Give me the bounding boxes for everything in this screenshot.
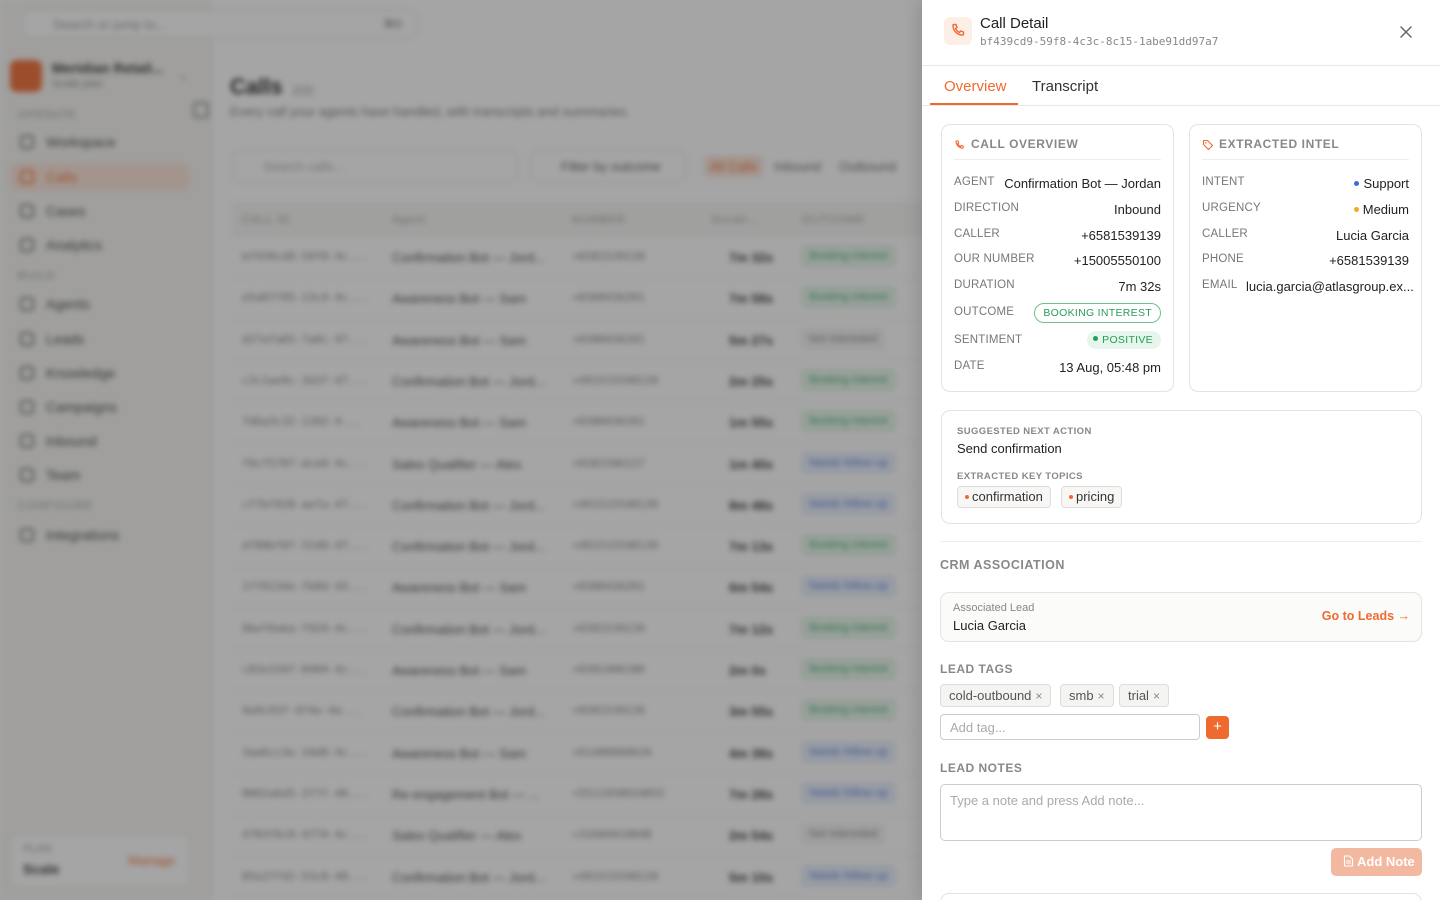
- tab-transcript[interactable]: Transcript: [1032, 78, 1098, 95]
- duration-label: DURATION: [954, 279, 1015, 291]
- intent-label: INTENT: [1202, 176, 1245, 188]
- caller-name: Lucia Garcia: [1336, 228, 1409, 243]
- email-label: EMAIL: [1202, 279, 1238, 291]
- topic-chip: pricing: [1061, 486, 1123, 508]
- row-agent: AGENT Confirmation Bot — Jordan: [954, 176, 1161, 196]
- remove-tag-icon[interactable]: ×: [1153, 689, 1160, 703]
- divider: [954, 159, 1161, 160]
- row-caller: CALLER +6581539139: [954, 228, 1161, 248]
- card-heading: EXTRACTED INTEL: [1202, 137, 1339, 151]
- date-value: 13 Aug, 05:48 pm: [1059, 360, 1161, 375]
- row-sentiment: SENTIMENT POSITIVE: [954, 331, 1161, 354]
- row-phone: PHONE +6581539139: [1202, 253, 1409, 273]
- urgency-value: Medium: [1353, 202, 1409, 217]
- card-heading: CALL OVERVIEW: [954, 137, 1078, 151]
- duration-value: 7m 32s: [1118, 279, 1161, 294]
- agent-value: Confirmation Bot — Jordan: [1004, 176, 1161, 191]
- extracted-intel-card: EXTRACTED INTEL INTENT Support URGENCY Med…: [1189, 124, 1422, 392]
- our-number-value: +15005550100: [1073, 253, 1161, 268]
- row-outcome: OUTCOME BOOKING INTEREST: [954, 303, 1161, 326]
- status-dot: [1093, 336, 1099, 341]
- row-urgency: URGENCY Medium: [1202, 202, 1409, 222]
- urgency-label: URGENCY: [1202, 202, 1261, 214]
- close-icon[interactable]: [1396, 22, 1416, 42]
- row-direction: DIRECTION Inbound: [954, 202, 1161, 222]
- sentiment-value: POSITIVE: [1102, 334, 1153, 346]
- add-note-button[interactable]: Add Note: [1331, 848, 1422, 876]
- email-value: lucia.garcia@atlasgroup.ex...: [1246, 279, 1414, 294]
- sentiment-badge: POSITIVE: [1087, 331, 1161, 349]
- next-action-value: Send confirmation: [957, 441, 1062, 456]
- lead-notes-heading: LEAD NOTES: [940, 761, 1023, 775]
- row-our-number: OUR NUMBER +15005550100: [954, 253, 1161, 273]
- divider: [940, 541, 1422, 542]
- sentiment-label: SENTIMENT: [954, 334, 1023, 346]
- associated-lead-name: Lucia Garcia: [953, 618, 1026, 633]
- lead-notes-textarea[interactable]: Type a note and press Add note...: [940, 784, 1422, 841]
- intent-text: Support: [1363, 176, 1409, 191]
- panel-tabs: Overview Transcript: [922, 66, 1440, 106]
- topic-label: pricing: [1076, 489, 1115, 504]
- phone-icon: [944, 17, 972, 45]
- next-action-label: SUGGESTED NEXT ACTION: [957, 426, 1092, 437]
- agent-label: AGENT: [954, 176, 995, 188]
- caller-value: +6581539139: [1081, 228, 1161, 243]
- add-tag-input[interactable]: Add tag...: [940, 714, 1200, 740]
- lead-tag: cold-outbound ×: [940, 684, 1052, 707]
- status-dot: [1354, 181, 1360, 186]
- row-date: DATE 13 Aug, 05:48 pm: [954, 360, 1161, 380]
- divider: [1202, 159, 1409, 160]
- call-id: bf439cd9-59f8-4c3c-8c15-1abe91dd97a7: [980, 35, 1219, 48]
- associated-lead-label: Associated Lead: [953, 602, 1035, 614]
- row-caller: CALLER Lucia Garcia: [1202, 228, 1409, 248]
- date-label: DATE: [954, 360, 985, 372]
- next-section-card: [940, 893, 1422, 900]
- call-overview-card: CALL OVERVIEW AGENT Confirmation Bot — Jo…: [941, 124, 1174, 392]
- row-duration: DURATION 7m 32s: [954, 279, 1161, 299]
- row-email: EMAIL lucia.garcia@atlasgroup.ex...: [1202, 279, 1414, 299]
- tag-label: cold-outbound: [949, 688, 1032, 703]
- status-dot: [1069, 495, 1073, 499]
- outcome-label: OUTCOME: [954, 306, 1015, 318]
- urgency-text: Medium: [1362, 202, 1409, 217]
- phone-value: +6581539139: [1329, 253, 1409, 268]
- add-tag-button[interactable]: +: [1206, 716, 1229, 739]
- direction-label: DIRECTION: [954, 202, 1020, 214]
- phone-icon: [955, 140, 964, 149]
- go-to-leads-link[interactable]: Go to Leads →: [1322, 609, 1410, 623]
- tag-icon: [1202, 139, 1214, 151]
- row-intent: INTENT Support: [1202, 176, 1409, 196]
- direction-value: Inbound: [1114, 202, 1161, 217]
- associated-lead-card: Associated Lead Lucia Garcia Go to Leads…: [940, 592, 1422, 642]
- panel-title: Call Detail: [980, 15, 1049, 32]
- card-heading-text: EXTRACTED INTEL: [1219, 137, 1340, 151]
- phone-label: PHONE: [1202, 253, 1244, 265]
- our-number-label: OUR NUMBER: [954, 253, 1035, 265]
- outcome-badge: BOOKING INTEREST: [1034, 303, 1161, 323]
- caller-label: CALLER: [954, 228, 1000, 240]
- note-icon: [1343, 855, 1354, 867]
- tag-label: trial: [1128, 688, 1149, 703]
- remove-tag-icon[interactable]: ×: [1098, 689, 1105, 703]
- status-dot: [965, 495, 969, 499]
- tag-label: smb: [1069, 688, 1094, 703]
- tab-overview[interactable]: Overview: [944, 78, 1007, 95]
- next-action-card: SUGGESTED NEXT ACTION Send confirmation …: [941, 410, 1422, 524]
- card-heading-text: CALL OVERVIEW: [971, 137, 1079, 151]
- status-dot: [1353, 207, 1359, 212]
- topic-label: confirmation: [972, 489, 1043, 504]
- lead-tags-heading: LEAD TAGS: [940, 662, 1013, 676]
- add-note-label: Add Note: [1357, 854, 1415, 869]
- crm-association-heading: CRM ASSOCIATION: [940, 558, 1065, 572]
- remove-tag-icon[interactable]: ×: [1035, 689, 1042, 703]
- lead-tag: trial ×: [1119, 684, 1169, 707]
- active-tab-indicator: [930, 103, 1018, 105]
- intent-value: Support: [1354, 176, 1409, 191]
- caller-label: CALLER: [1202, 228, 1248, 240]
- lead-tag: smb ×: [1060, 684, 1114, 707]
- topic-chip: confirmation: [957, 486, 1051, 508]
- key-topics-label: EXTRACTED KEY TOPICS: [957, 471, 1083, 482]
- panel-header: Call Detail bf439cd9-59f8-4c3c-8c15-1abe…: [922, 0, 1440, 66]
